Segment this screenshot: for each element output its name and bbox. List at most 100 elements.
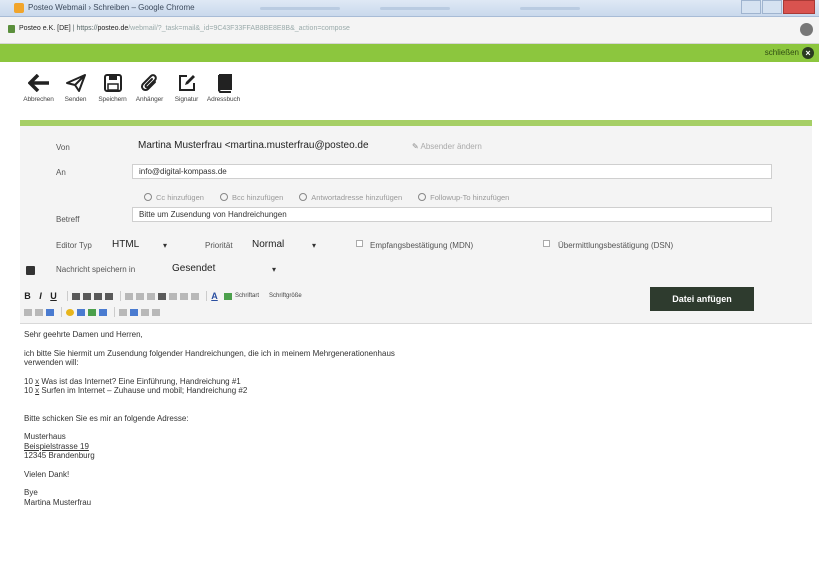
align-left-icon[interactable] (72, 292, 80, 300)
plus-circle-icon (418, 193, 427, 201)
subject-field[interactable]: Bitte um Zusendung von Handreichungen (132, 207, 772, 222)
indent-icon[interactable] (158, 292, 166, 300)
delivery-label: Übermittlungsbestätigung (DSN) (558, 241, 674, 250)
underline-button[interactable]: U (50, 291, 57, 301)
bold-button[interactable]: B (24, 291, 31, 301)
rtl-icon[interactable] (180, 292, 188, 300)
delivery-checkbox[interactable] (543, 240, 550, 247)
attach-button[interactable]: Anhänger (131, 70, 168, 115)
cancel-button[interactable]: Abbrechen (20, 70, 57, 115)
add-cc-link[interactable]: Cc hinzufügen (144, 193, 204, 202)
item-1-text: Was ist das Internet? Eine Einführung, H… (41, 376, 241, 386)
save-button[interactable]: Speichern (94, 70, 131, 115)
close-icon[interactable]: × (802, 47, 814, 59)
receipt-checkbox[interactable] (356, 240, 363, 247)
editor-toolbar-row-1: B I U A Schriftart Schriftgröße (24, 289, 312, 303)
numbered-list-icon[interactable] (136, 292, 144, 300)
attach-file-button[interactable]: Datei anfügen (650, 287, 754, 311)
paperclip-icon (131, 70, 168, 96)
add-followup-link[interactable]: Followup-To hinzufügen (418, 193, 509, 202)
minimize-button[interactable] (741, 0, 761, 14)
plus-circle-icon (299, 193, 308, 201)
item-2-x: x (35, 386, 40, 395)
signature-button[interactable]: Signatur (168, 70, 205, 115)
blurred-tab (520, 7, 580, 10)
add-bcc-link[interactable]: Bcc hinzufügen (219, 193, 284, 202)
item-1-x: x (35, 376, 40, 386)
addressbook-button[interactable]: Adressbuch (205, 70, 242, 115)
body-item-2: 10 x Surfen im Internet – Zuhause und mo… (24, 386, 808, 396)
table-icon[interactable] (99, 308, 107, 316)
save-in-select[interactable]: Gesendet (172, 263, 215, 274)
redo-icon[interactable] (152, 308, 160, 316)
unlink-icon[interactable] (35, 308, 43, 316)
close-window-button[interactable] (783, 0, 815, 14)
window-titlebar: Posteo Webmail › Schreiben – Google Chro… (0, 0, 819, 17)
from-label: Von (56, 143, 70, 152)
send-button[interactable]: Senden (57, 70, 94, 115)
editor-toolbar-row-2 (24, 305, 163, 319)
link-icon[interactable] (24, 308, 32, 316)
image-icon[interactable] (46, 308, 54, 316)
outdent-icon[interactable] (147, 292, 155, 300)
align-right-icon[interactable] (94, 292, 102, 300)
body-bye: Bye (24, 488, 38, 497)
editor-type-select[interactable]: HTML (112, 239, 139, 250)
add-replyto-link[interactable]: Antwortadresse hinzufügen (299, 193, 402, 202)
close-compose-label[interactable]: schließen (765, 48, 799, 57)
to-field[interactable]: info@digital-kompass.de (132, 164, 772, 179)
priority-label: Priorität (205, 241, 233, 250)
attach-label: Anhänger (135, 96, 164, 103)
body-intro-2: verwenden will: (24, 358, 79, 367)
compose-toolbar: Abbrechen Senden Speichern Anhänger Sign… (20, 70, 242, 115)
hr-icon[interactable] (119, 308, 127, 316)
italic-button[interactable]: I (37, 291, 44, 301)
save-label: Speichern (98, 96, 127, 103)
body-greeting: Sehr geehrte Damen und Herren, (24, 330, 143, 339)
plus-circle-icon (144, 193, 152, 201)
size-select[interactable]: Schriftgröße (269, 293, 302, 299)
add-bcc-label: Bcc hinzufügen (231, 193, 284, 202)
add-cc-label: Cc hinzufügen (156, 193, 204, 202)
background-color-icon[interactable] (224, 292, 232, 300)
blockquote-icon[interactable] (191, 292, 199, 300)
align-center-icon[interactable] (83, 292, 91, 300)
special-char-icon[interactable] (77, 308, 85, 316)
maximize-button[interactable] (762, 0, 782, 14)
emoticon-icon[interactable] (66, 308, 74, 316)
book-icon (205, 70, 242, 96)
separator (206, 291, 207, 301)
text-color-button[interactable]: A (211, 291, 218, 301)
chevron-down-icon: ▾ (272, 265, 277, 274)
search-replace-icon[interactable] (130, 308, 138, 316)
bullet-list-icon[interactable] (125, 292, 133, 300)
editor-toolbar: B I U A Schriftart Schriftgröße (20, 283, 580, 319)
ltr-icon[interactable] (169, 292, 177, 300)
window-title: Posteo Webmail › Schreiben – Google Chro… (28, 3, 195, 12)
body-signature: Martina Musterfrau (24, 497, 92, 507)
blurred-tab (260, 7, 340, 10)
to-label: An (56, 168, 66, 177)
message-body-editor[interactable]: Sehr geehrte Damen und Herren, ich bitte… (20, 323, 812, 584)
body-address-2: Beispielstrasse 19 (24, 441, 89, 451)
url-text[interactable]: Posteo e.K. [DE] | https://posteo.de/web… (19, 25, 350, 32)
from-value[interactable]: Martina Musterfrau <martina.musterfrau@p… (138, 140, 369, 151)
align-justify-icon[interactable] (105, 292, 113, 300)
priority-select[interactable]: Normal (252, 239, 284, 250)
body-intro-1: ich bitte Sie hiermit um Zusendung folge… (24, 348, 395, 358)
undo-icon[interactable] (141, 308, 149, 316)
font-select[interactable]: Schriftart (235, 293, 259, 299)
user-profile-icon[interactable] (800, 23, 813, 36)
change-sender-link[interactable]: ✎ Absender ändern (412, 142, 482, 151)
add-header-links: Cc hinzufügen Bcc hinzufügen Antwortadre… (144, 193, 525, 202)
media-icon[interactable] (88, 308, 96, 316)
save-folder-icon (26, 266, 35, 275)
separator (67, 291, 68, 301)
back-arrow-icon (20, 70, 57, 96)
address-bar[interactable]: Posteo e.K. [DE] | https://posteo.de/web… (0, 17, 819, 44)
